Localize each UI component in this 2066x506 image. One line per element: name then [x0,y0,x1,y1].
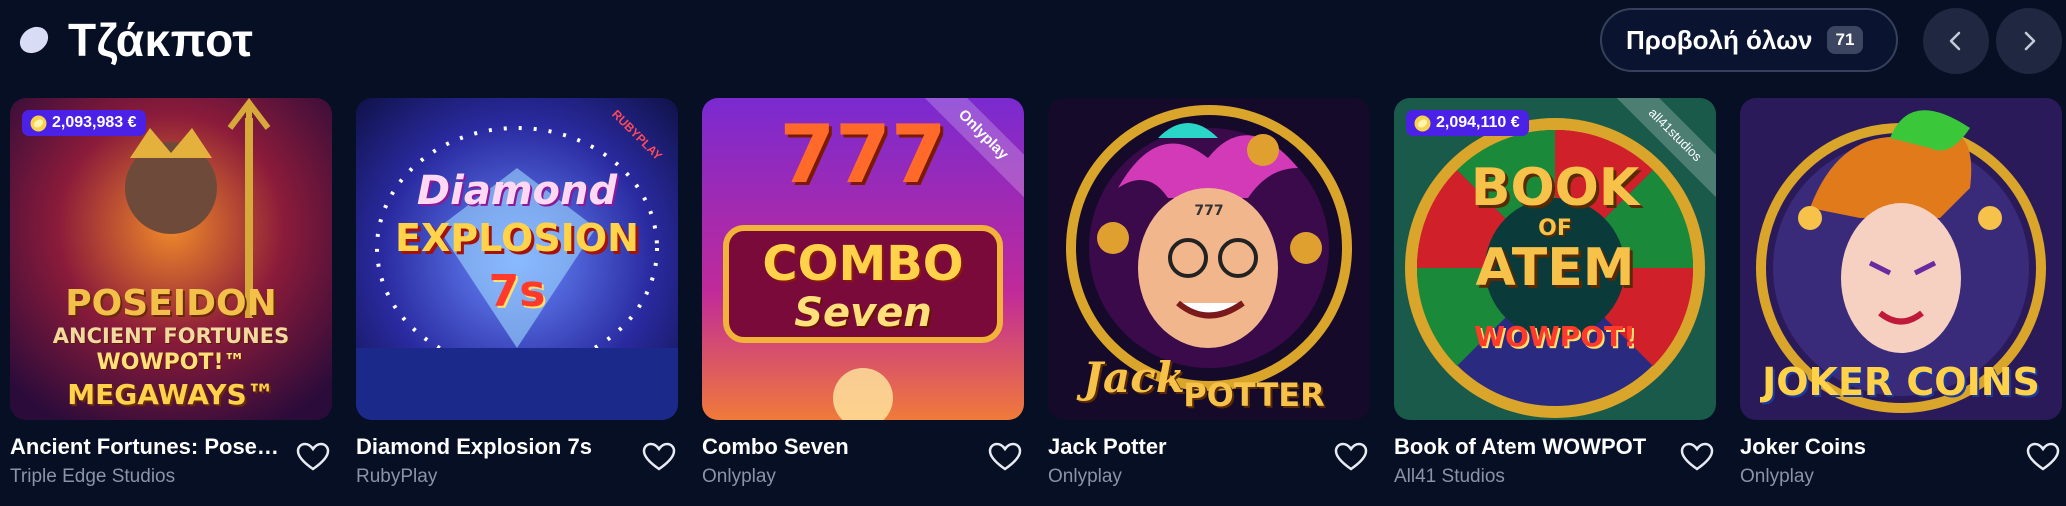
game-thumbnail[interactable]: BOOK OF ATEM WOWPOT! 2,094,110 € all41st… [1394,98,1716,420]
game-thumbnail[interactable]: Diamond EXPLOSION 7s RUBYPLAY [356,98,678,420]
view-all-button[interactable]: Προβολή όλων 71 [1600,8,1898,72]
game-art-subtitle2: ATEM [1475,238,1635,298]
game-art-tag: 777 [1194,203,1224,219]
game-provider: Onlyplay [1740,466,1814,487]
lemon-icon [1414,115,1431,132]
lemon-icon [19,26,49,54]
heart-icon[interactable] [1334,442,1368,472]
game-thumbnail[interactable]: JOKER COINS [1740,98,2062,420]
game-title[interactable]: Joker Coins [1740,434,2010,460]
game-card[interactable]: JOKER COINS Joker Coins Onlyplay [1740,98,2062,498]
game-art-title: POSEIDON [65,283,277,324]
game-art-tag: WOWPOT! [1474,320,1636,353]
game-art-title: COMBO [762,236,964,292]
jackpot-amount: 2,094,110 € [1436,114,1520,131]
game-card[interactable]: 777 Jack POTTER Jack Potter Onlyplay [1048,98,1370,498]
heart-icon[interactable] [1680,442,1714,472]
game-art-subtitle: EXPLOSION [395,216,639,260]
lemon-icon [30,115,47,132]
game-art-tag2: MEGAWAYS™ [67,378,275,411]
game-card[interactable]: Diamond EXPLOSION 7s RUBYPLAY Diamond Ex… [356,98,678,498]
chevron-right-icon [2024,31,2036,51]
game-title[interactable]: Combo Seven [702,434,972,460]
game-title[interactable]: Diamond Explosion 7s [356,434,626,460]
game-provider: RubyPlay [356,466,438,487]
view-all-label: Προβολή όλων [1626,24,1813,55]
game-art-title: Diamond [416,168,618,214]
game-provider: Triple Edge Studios [10,466,176,487]
game-card[interactable]: 777 COMBO Seven Onlyplay Combo Seven Onl… [702,98,1024,498]
game-art-subtitle: POTTER [1183,376,1325,414]
heart-icon[interactable] [988,442,1022,472]
game-title[interactable]: Jack Potter [1048,434,1318,460]
game-provider: Onlyplay [1048,466,1122,487]
game-art-tag: 7s [488,266,546,317]
carousel-prev-button[interactable] [1923,8,1989,74]
chevron-left-icon [1949,31,1961,51]
game-art-subtitle: ANCIENT FORTUNES [52,324,290,348]
jackpot-badge: 2,094,110 € [1406,110,1529,136]
section-header: Τζάκποτ Προβολή όλων 71 [0,0,2066,84]
game-art-title: JOKER COINS [1762,360,2040,404]
jackpot-amount: 2,093,983 € [52,114,137,131]
game-title[interactable]: Ancient Fortunes: Posei... [10,434,280,460]
jackpot-badge: 2,093,983 € [22,110,146,136]
game-card[interactable]: BOOK OF ATEM WOWPOT! 2,094,110 € all41st… [1394,98,1716,498]
carousel-next-button[interactable] [1996,8,2062,74]
game-art-subtitle: Seven [794,290,932,336]
game-provider: Onlyplay [702,466,776,487]
game-card[interactable]: POSEIDON ANCIENT FORTUNES WOWPOT!™ MEGAW… [10,98,332,498]
heart-icon[interactable] [2026,442,2060,472]
heart-icon[interactable] [642,442,676,472]
game-art-tag: WOWPOT!™ [96,350,246,375]
game-title[interactable]: Book of Atem WOWPOT [1394,434,1664,460]
section-title: Τζάκποτ [68,14,254,66]
games-carousel: POSEIDON ANCIENT FORTUNES WOWPOT!™ MEGAW… [10,98,2066,506]
game-thumbnail[interactable]: 777 Jack POTTER [1048,98,1370,420]
game-thumbnail[interactable]: 777 COMBO Seven Onlyplay [702,98,1024,420]
view-all-count-badge: 71 [1826,26,1864,54]
game-thumbnail[interactable]: POSEIDON ANCIENT FORTUNES WOWPOT!™ MEGAW… [10,98,332,420]
heart-icon[interactable] [296,442,330,472]
game-art-title: BOOK [1470,158,1640,218]
game-provider: All41 Studios [1394,466,1505,487]
